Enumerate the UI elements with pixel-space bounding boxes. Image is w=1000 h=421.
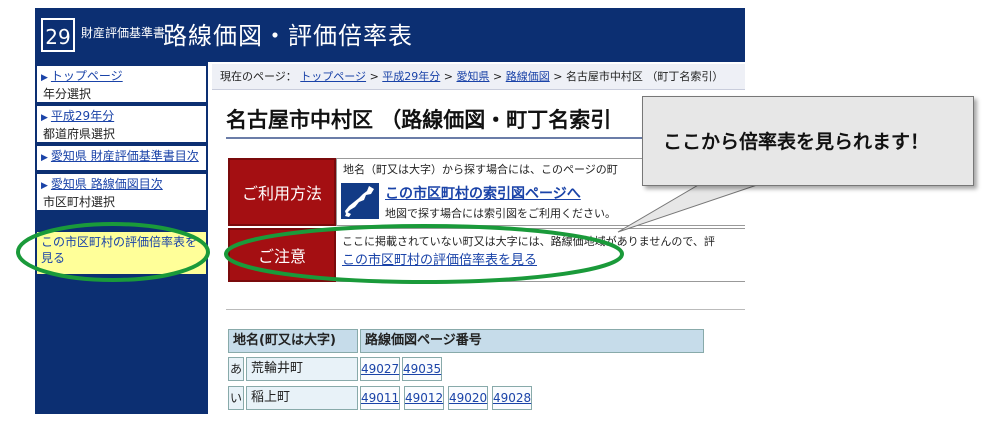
sidebar-highlight-ellipse (16, 222, 210, 282)
annotation-overlay (16, 183, 761, 284)
caution-highlight-ellipse (224, 224, 624, 284)
callout-text: ここから倍率表を見られます！ (663, 131, 930, 153)
callout-box: ここから倍率表を見られます！ (642, 96, 974, 186)
callout-pointer (617, 183, 761, 233)
